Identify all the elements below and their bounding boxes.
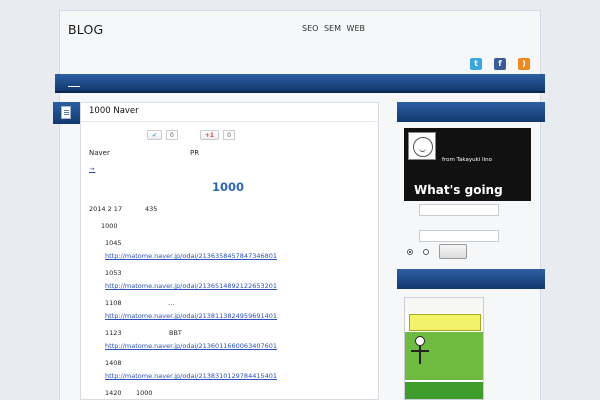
entry-link[interactable]: http://matome.naver.jp/odai/213811382495… (105, 312, 277, 320)
search-input[interactable] (419, 230, 499, 242)
gplus-icon: +1 (204, 131, 215, 139)
post-date: 2014 2 17 (89, 205, 123, 213)
document-icon (61, 106, 71, 119)
gplus-count: 0 (223, 130, 235, 140)
post-article: 1000 Naver ✔ 0 +1 0 Naver PR → 1000 2014… (80, 102, 379, 400)
twitter-widget-from: from Takayuki Iino (442, 157, 493, 163)
nav-item-4[interactable] (143, 79, 155, 87)
facebook-icon[interactable]: f (494, 58, 506, 70)
entry-label: 1108 (105, 299, 122, 307)
entry-link[interactable]: http://matome.naver.jp/odai/213601166006… (105, 342, 277, 350)
radio-option-1[interactable] (407, 249, 413, 255)
sidebar-input-1[interactable] (419, 204, 499, 216)
twitter-widget-title (442, 133, 528, 151)
post-pr-text: PR (190, 149, 200, 157)
rss-icon[interactable]: ) (518, 58, 530, 70)
share-buttons: ✔ 0 +1 0 (147, 130, 235, 140)
entry-link[interactable]: http://matome.naver.jp/odai/213831012978… (105, 372, 277, 380)
post-views: 435 (145, 205, 158, 213)
tweet-button[interactable]: ✔ (147, 130, 163, 140)
gplus-button[interactable]: +1 (199, 130, 220, 140)
person-illustration-icon (411, 336, 429, 376)
entry-suffix: 1000 (136, 389, 153, 397)
entry-link[interactable]: http://matome.naver.jp/odai/213651489212… (105, 282, 277, 290)
nav-item-home[interactable] (68, 79, 80, 87)
post-intro-text: Naver (89, 149, 110, 157)
more-link[interactable]: → (89, 165, 95, 173)
book-bottom-band (405, 382, 483, 399)
twitter-icon[interactable]: t (470, 58, 482, 70)
book-top-text (405, 298, 483, 313)
twitter-widget-headline: What's going (414, 183, 503, 197)
twitter-bird-icon: ✔ (152, 131, 158, 139)
search-button[interactable] (439, 244, 467, 259)
twitter-widget[interactable]: from Takayuki Iino What's going (404, 128, 531, 201)
nav-item-3[interactable] (118, 79, 130, 87)
main-nav (55, 74, 545, 93)
avatar (408, 132, 436, 160)
nav-item-2[interactable] (93, 79, 105, 87)
entry-label: 1053 (105, 269, 122, 277)
entry-link[interactable]: http://matome.naver.jp/odai/213635845784… (105, 252, 277, 260)
post-type-tab (53, 102, 80, 124)
entry-label: 1123 (105, 329, 122, 337)
post-title[interactable]: 1000 Naver (89, 106, 139, 116)
entry-suffix: … (168, 299, 175, 307)
entry-label: 1045 (105, 239, 122, 247)
site-title[interactable]: BLOG (68, 22, 103, 37)
book-cover-image[interactable] (404, 297, 484, 400)
sidebar-book-heading (397, 269, 545, 289)
entry-label: 1000 (101, 222, 118, 230)
social-links: t f ) (470, 58, 530, 70)
title-divider (81, 121, 378, 122)
sidebar-twitter-heading (397, 102, 545, 122)
entry-suffix: BBT (169, 329, 182, 337)
book-title-band (409, 314, 481, 331)
tweet-count: 0 (166, 130, 178, 140)
post-big-number: 1000 (212, 180, 245, 194)
entry-label: 1408 (105, 359, 122, 367)
site-tagline: SEO SEM WEB (302, 24, 366, 33)
entry-label: 1420 (105, 389, 122, 397)
radio-option-2[interactable] (423, 249, 429, 255)
